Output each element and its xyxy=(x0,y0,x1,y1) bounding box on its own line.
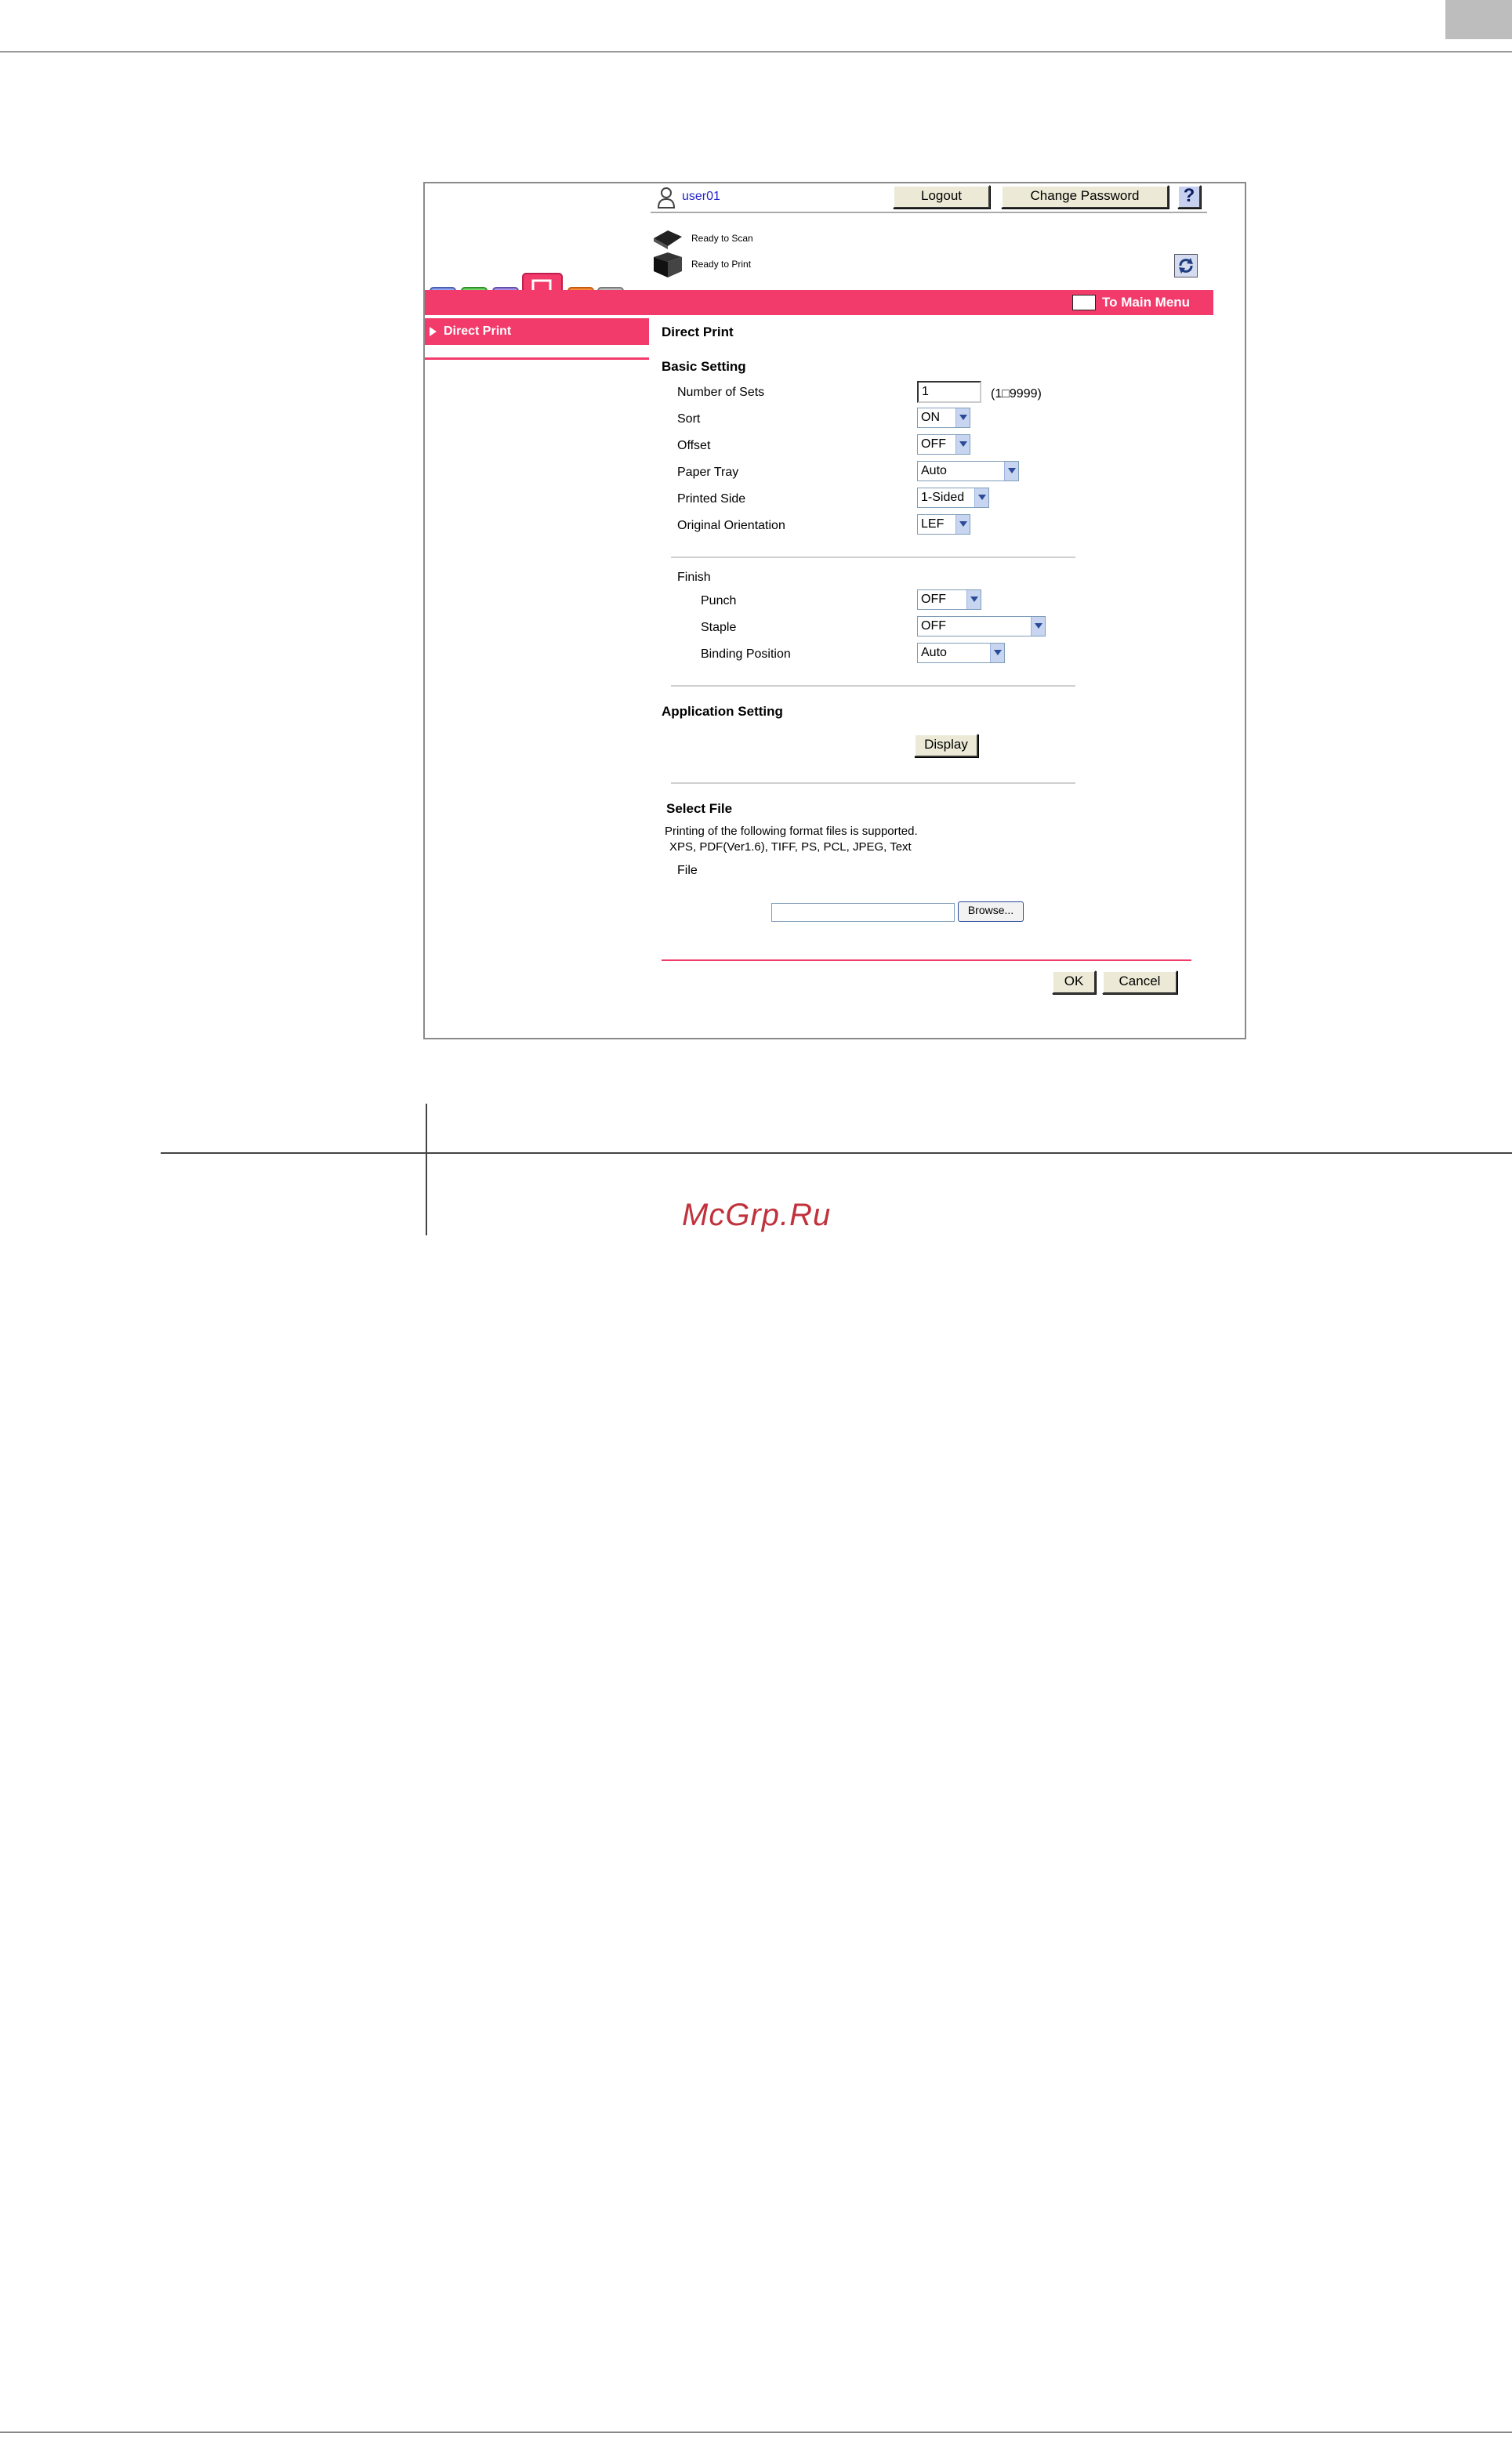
watermark: McGrp.Ru xyxy=(682,1198,832,1232)
sort-label: Sort xyxy=(677,412,701,426)
binding-position-value: Auto xyxy=(921,646,947,659)
chevron-down-icon xyxy=(966,590,981,609)
main-menu-icon xyxy=(1072,295,1096,310)
punch-select[interactable]: OFF xyxy=(917,589,981,610)
offset-label: Offset xyxy=(677,439,711,452)
user-name-link[interactable]: user01 xyxy=(682,190,720,204)
chevron-down-icon xyxy=(955,408,970,427)
chevron-down-icon xyxy=(1004,462,1018,481)
application-setting-heading: Application Setting xyxy=(662,704,783,719)
select-file-heading: Select File xyxy=(666,801,733,816)
web-ui-screenshot: user01 Logout Change Password ? Ready to… xyxy=(423,182,1246,1039)
arrow-right-icon xyxy=(430,327,437,336)
supported-formats-list: XPS, PDF(Ver1.6), TIFF, PS, PCL, JPEG, T… xyxy=(669,840,912,854)
offset-select[interactable]: OFF xyxy=(917,434,970,455)
bottom-rule xyxy=(0,2432,1512,2433)
user-icon xyxy=(657,187,676,209)
supported-formats-note: Printing of the following format files i… xyxy=(665,825,918,838)
scanner-icon xyxy=(652,227,683,249)
printer-icon xyxy=(652,251,683,277)
section-divider xyxy=(671,685,1075,687)
sort-select[interactable]: ON xyxy=(917,408,970,428)
original-orientation-label: Original Orientation xyxy=(677,519,785,532)
page-title: Direct Print xyxy=(662,325,734,339)
menu-bar: To Main Menu xyxy=(425,290,1213,315)
paper-tray-label: Paper Tray xyxy=(677,466,739,479)
help-button[interactable]: ? xyxy=(1177,185,1201,209)
original-orientation-value: LEF xyxy=(921,517,945,531)
section-vertical-rule xyxy=(426,1104,427,1235)
chevron-down-icon xyxy=(955,435,970,454)
offset-value: OFF xyxy=(921,437,946,451)
section-horizontal-rule xyxy=(161,1152,1512,1154)
staple-value: OFF xyxy=(921,619,946,633)
sidebar-divider xyxy=(425,357,649,360)
punch-value: OFF xyxy=(921,593,946,606)
section-divider xyxy=(671,557,1075,558)
sidebar-item-label: Direct Print xyxy=(444,325,512,338)
cancel-button[interactable]: Cancel xyxy=(1102,970,1177,994)
refresh-icon[interactable] xyxy=(1174,254,1198,277)
page-corner-tab xyxy=(1445,0,1512,39)
printed-side-select[interactable]: 1-Sided xyxy=(917,488,989,508)
finish-heading: Finish xyxy=(677,571,711,584)
staple-label: Staple xyxy=(701,621,737,634)
number-of-sets-input[interactable]: 1 xyxy=(917,381,981,403)
footer-divider xyxy=(662,959,1191,961)
printed-side-value: 1-Sided xyxy=(921,491,965,504)
basic-setting-heading: Basic Setting xyxy=(662,359,746,374)
sort-value: ON xyxy=(921,411,940,424)
header-divider xyxy=(651,212,1207,213)
to-main-menu-link[interactable]: To Main Menu xyxy=(1102,295,1190,310)
paper-tray-value: Auto xyxy=(921,464,947,477)
staple-select[interactable]: OFF xyxy=(917,616,1046,636)
chevron-down-icon xyxy=(990,644,1004,662)
chevron-down-icon xyxy=(1031,617,1045,636)
file-path-input[interactable] xyxy=(771,903,955,922)
chevron-down-icon xyxy=(974,488,988,507)
printed-side-label: Printed Side xyxy=(677,492,746,506)
number-of-sets-range: (1□9999) xyxy=(991,387,1042,401)
binding-position-select[interactable]: Auto xyxy=(917,643,1005,663)
number-of-sets-label: Number of Sets xyxy=(677,386,765,399)
status-print: Ready to Print xyxy=(691,259,752,270)
paper-tray-select[interactable]: Auto xyxy=(917,461,1019,481)
original-orientation-select[interactable]: LEF xyxy=(917,514,970,535)
punch-label: Punch xyxy=(701,594,737,607)
file-label: File xyxy=(677,864,698,877)
browse-button[interactable]: Browse... xyxy=(958,901,1024,922)
top-rule xyxy=(0,51,1512,53)
binding-position-label: Binding Position xyxy=(701,647,791,661)
sidebar-item-direct-print[interactable]: Direct Print xyxy=(425,318,649,345)
change-password-button[interactable]: Change Password xyxy=(1001,185,1169,209)
ok-button[interactable]: OK xyxy=(1052,970,1096,994)
section-divider xyxy=(671,782,1075,784)
display-button[interactable]: Display xyxy=(914,734,978,757)
logout-button[interactable]: Logout xyxy=(893,185,990,209)
status-scan: Ready to Scan xyxy=(691,233,753,244)
chevron-down-icon xyxy=(955,515,970,534)
